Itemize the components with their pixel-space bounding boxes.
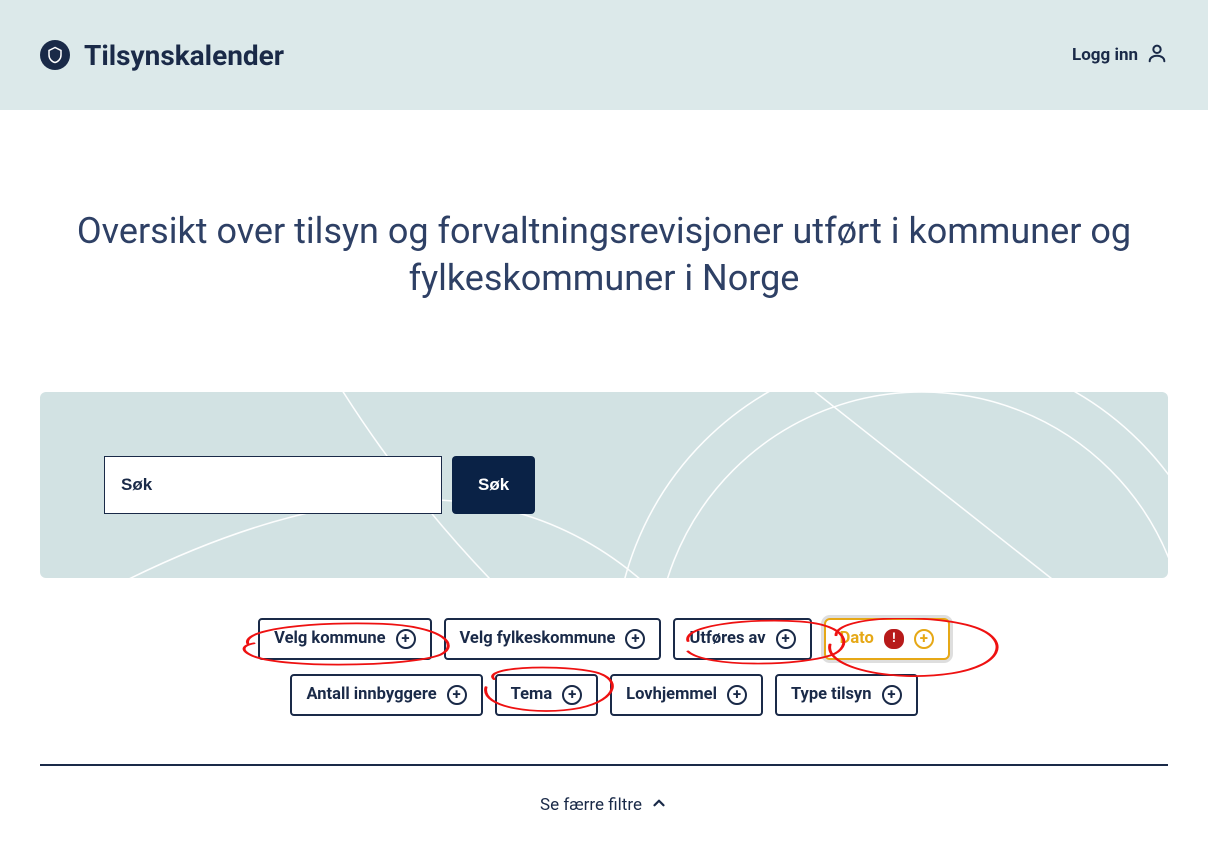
filter-label: Type tilsyn [791, 685, 872, 704]
plus-icon: + [447, 685, 467, 705]
filter-label: Velg kommune [274, 629, 385, 648]
plus-icon: + [727, 685, 747, 705]
plus-icon: + [776, 629, 796, 649]
chevron-up-icon [650, 794, 668, 817]
national-emblem-icon [40, 40, 70, 70]
toggle-fewer-filters[interactable]: Se færre filtre [40, 794, 1168, 847]
filter-antall-innbyggere[interactable]: Antall innbyggere + [290, 674, 482, 716]
search-hero: Søk [40, 392, 1168, 578]
filter-tema[interactable]: Tema + [495, 674, 599, 716]
plus-icon: + [562, 685, 582, 705]
search-input[interactable] [104, 456, 442, 514]
plus-icon: + [914, 629, 934, 649]
filter-label: Antall innbyggere [306, 685, 436, 704]
search-row: Søk [104, 456, 1104, 514]
plus-icon: + [396, 629, 416, 649]
filter-label: Velg fylkeskommune [460, 629, 616, 648]
site-title: Tilsynskalender [84, 39, 284, 72]
filters-area: Velg kommune + Velg fylkeskommune + Utfø… [40, 618, 1168, 716]
alert-badge-icon: ! [884, 629, 904, 649]
filter-label: Lovhjemmel [626, 685, 717, 704]
main-content: Oversikt over tilsyn og forvaltningsrevi… [40, 208, 1168, 847]
site-header: Tilsynskalender Logg inn [0, 0, 1208, 110]
user-icon [1146, 42, 1168, 69]
login-label: Logg inn [1072, 45, 1138, 65]
filter-velg-fylkeskommune[interactable]: Velg fylkeskommune + [444, 618, 662, 660]
header-left: Tilsynskalender [40, 39, 284, 72]
plus-icon: + [882, 685, 902, 705]
filter-label: Utføres av [689, 629, 765, 648]
plus-icon: + [625, 629, 645, 649]
search-button[interactable]: Søk [452, 456, 535, 514]
filter-label: Dato [840, 629, 874, 648]
filter-lovhjemmel[interactable]: Lovhjemmel + [610, 674, 763, 716]
toggle-label: Se færre filtre [540, 795, 642, 815]
section-divider [40, 764, 1168, 766]
filter-dato[interactable]: Dato ! + [824, 618, 950, 660]
filter-velg-kommune[interactable]: Velg kommune + [258, 618, 431, 660]
filter-label: Tema [511, 685, 553, 704]
page-title: Oversikt over tilsyn og forvaltningsrevi… [40, 208, 1168, 302]
filter-chip-row-1: Velg kommune + Velg fylkeskommune + Utfø… [40, 618, 1168, 660]
filter-chip-row-2: Antall innbyggere + Tema + Lovhjemmel + … [40, 674, 1168, 716]
filter-utfores-av[interactable]: Utføres av + [673, 618, 811, 660]
filter-type-tilsyn[interactable]: Type tilsyn + [775, 674, 918, 716]
login-link[interactable]: Logg inn [1072, 42, 1168, 69]
